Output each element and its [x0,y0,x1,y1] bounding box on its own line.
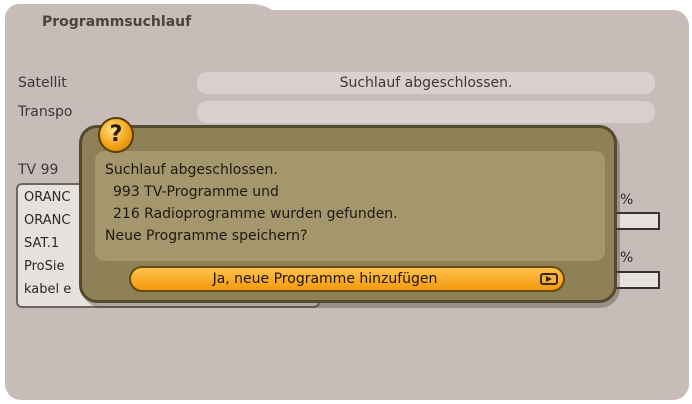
satellit-label: Satellit [18,75,67,91]
satellit-value: Suchlauf abgeschlossen. [339,75,513,91]
add-programmes-button[interactable]: Ja, neue Programme hinzufügen [129,266,565,292]
transponder-label: Transpo [18,104,73,120]
window-title: Programmsuchlauf [42,14,192,30]
list-item[interactable]: SAT.1 [24,236,59,251]
tv-count-label: TV 99 [18,162,59,178]
list-item[interactable]: ORANC [24,190,70,205]
question-icon: ? [98,117,134,153]
dialog-line: Neue Programme speichern? [105,228,308,244]
dialog-line: 216 Radioprogramme wurden gefunden. [113,206,398,222]
transponder-field[interactable] [197,101,655,123]
list-item[interactable]: ProSie [24,259,65,274]
list-item[interactable]: kabel e [24,282,71,297]
dialog-line: Suchlauf abgeschlossen. [105,162,278,178]
tv-percent: % [620,192,634,208]
play-icon [540,273,558,285]
add-programmes-label: Ja, neue Programme hinzufügen [212,271,438,287]
radio-percent: % [620,250,634,266]
dialog-line: 993 TV-Programme und [113,184,279,200]
list-item[interactable]: ORANC [24,213,70,228]
